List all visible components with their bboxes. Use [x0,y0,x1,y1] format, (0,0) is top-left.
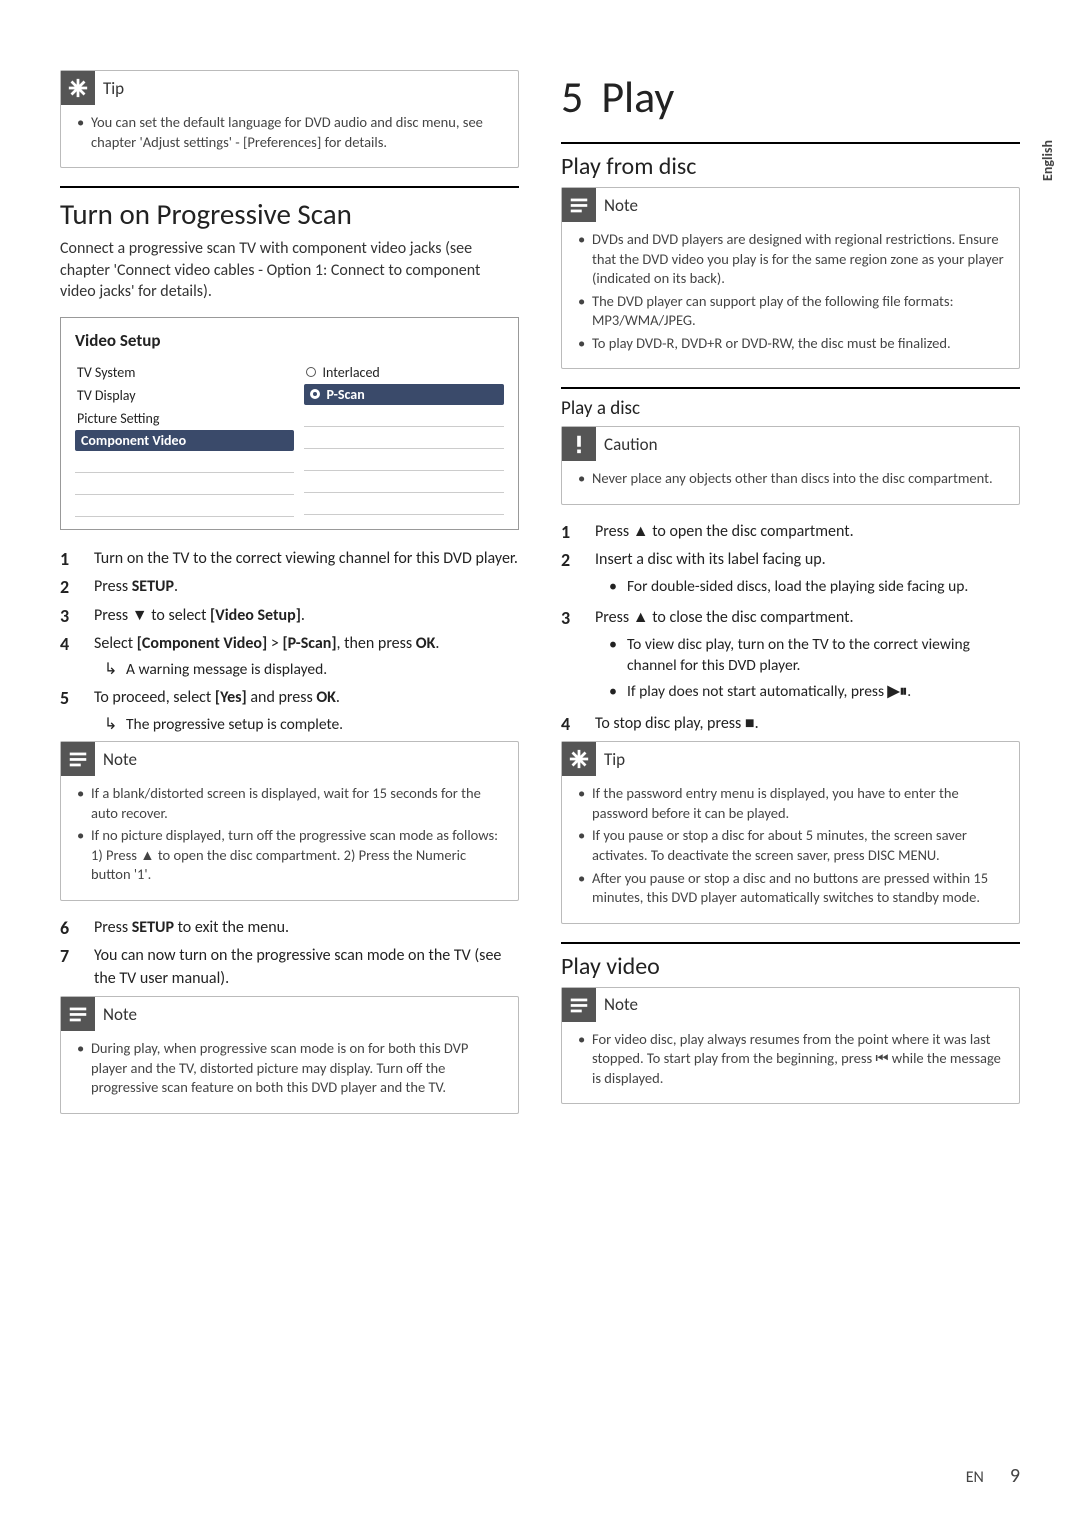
tip-box-1: Tip You can set the default language for… [60,70,519,168]
note-icon [562,988,596,1022]
note-item: For video disc, play always resumes from… [576,1030,1005,1089]
sub-step: The progressive setup is complete. [94,714,519,736]
note-icon [562,188,596,222]
step-text: Select [Component Video] > [P-Scan], the… [94,633,519,681]
note-icon [61,742,95,776]
menu-option: Interlaced [304,361,504,384]
sub-step: For double-sided discs, load the playing… [595,576,1020,598]
note-label: Note [604,994,638,1015]
sub-step: To view disc play, turn on the TV to the… [595,634,1020,677]
right-column: 5Play Play from disc Note DVDs and DVD p… [561,70,1020,1130]
footer-lang: EN [966,1468,984,1487]
menu-item: TV Display [75,384,294,407]
tip-item: If the password entry menu is displayed,… [576,784,1005,823]
tip-label: Tip [103,78,124,99]
page-number: 9 [1010,1464,1020,1488]
tip-item: After you pause or stop a disc and no bu… [576,869,1005,908]
sub-step: If play does not start automatically, pr… [595,681,1020,703]
exclamation-icon [562,427,596,461]
note-box-3: Note DVDs and DVD players are designed w… [561,187,1020,369]
step-text: Press SETUP. [94,576,519,598]
eject-icon: ▲ [633,523,649,540]
step-text: Turn on the TV to the correct viewing ch… [94,548,519,570]
note-item: If a blank/distorted screen is displayed… [75,784,504,823]
caution-label: Caution [604,434,658,455]
down-arrow-icon: ▼ [132,607,148,624]
step-text: To stop disc play, press ■. [595,713,1020,735]
asterisk-icon [61,71,95,105]
note-icon [61,997,95,1031]
menu-option-selected: P-Scan [304,384,504,405]
page-footer: EN 9 [966,1464,1020,1488]
step-text: Press SETUP to exit the menu. [94,917,519,939]
stop-icon: ■ [745,715,755,732]
sub-step: A warning message is displayed. [94,659,519,681]
language-tab: English [1039,140,1056,181]
note-item: During play, when progressive scan mode … [75,1039,504,1098]
tip-label: Tip [604,749,625,770]
heading-play-video: Play video [561,952,1020,981]
menu-item-selected: Component Video [75,430,294,451]
step-text: Press ▲ to close the disc compartment. T… [595,607,1020,706]
play-pause-icon: ▶⏸ [888,683,908,700]
step-text: Press ▼ to select [Video Setup]. [94,605,519,627]
left-column: Tip You can set the default language for… [60,70,519,1130]
radio-empty-icon [306,367,316,377]
asterisk-icon [562,742,596,776]
note-item: The DVD player can support play of the f… [576,292,1005,331]
step-text: Insert a disc with its label facing up. … [595,549,1020,601]
caution-item: Never place any objects other than discs… [576,469,1005,489]
eject-icon: ▲ [633,609,649,626]
note-label: Note [103,749,137,770]
menu-title: Video Setup [75,330,504,351]
heading-play-from-disc: Play from disc [561,152,1020,181]
step-text: Press ▲ to open the disc compartment. [595,521,1020,543]
note-item: If no picture displayed, turn off the pr… [75,826,504,885]
menu-item: TV System [75,361,294,384]
note-item: DVDs and DVD players are designed with r… [576,230,1005,289]
radio-filled-icon [310,389,320,399]
chapter-heading: 5Play [561,70,1020,124]
note-label: Note [103,1004,137,1025]
note-item: To play DVD-R, DVD+R or DVD-RW, the disc… [576,334,1005,354]
heading-play-a-disc: Play a disc [561,397,1020,420]
caution-box-1: Caution Never place any objects other th… [561,426,1020,505]
note-box-1: Note If a blank/distorted screen is disp… [60,741,519,901]
heading-progressive-scan: Turn on Progressive Scan [60,196,519,232]
tip-box-2: Tip If the password entry menu is displa… [561,741,1020,923]
tip-item: If you pause or stop a disc for about 5 … [576,826,1005,865]
menu-item: Picture Setting [75,407,294,430]
step-text: You can now turn on the progressive scan… [94,945,519,990]
note-label: Note [604,195,638,216]
tip-item: You can set the default language for DVD… [75,113,504,152]
note-box-2: Note During play, when progressive scan … [60,996,519,1114]
intro-text: Connect a progressive scan TV with compo… [60,238,519,303]
note-box-4: Note For video disc, play always resumes… [561,987,1020,1105]
video-setup-menu: Video Setup TV System TV Display Picture… [60,317,519,530]
step-text: To proceed, select [Yes] and press OK. T… [94,687,519,735]
